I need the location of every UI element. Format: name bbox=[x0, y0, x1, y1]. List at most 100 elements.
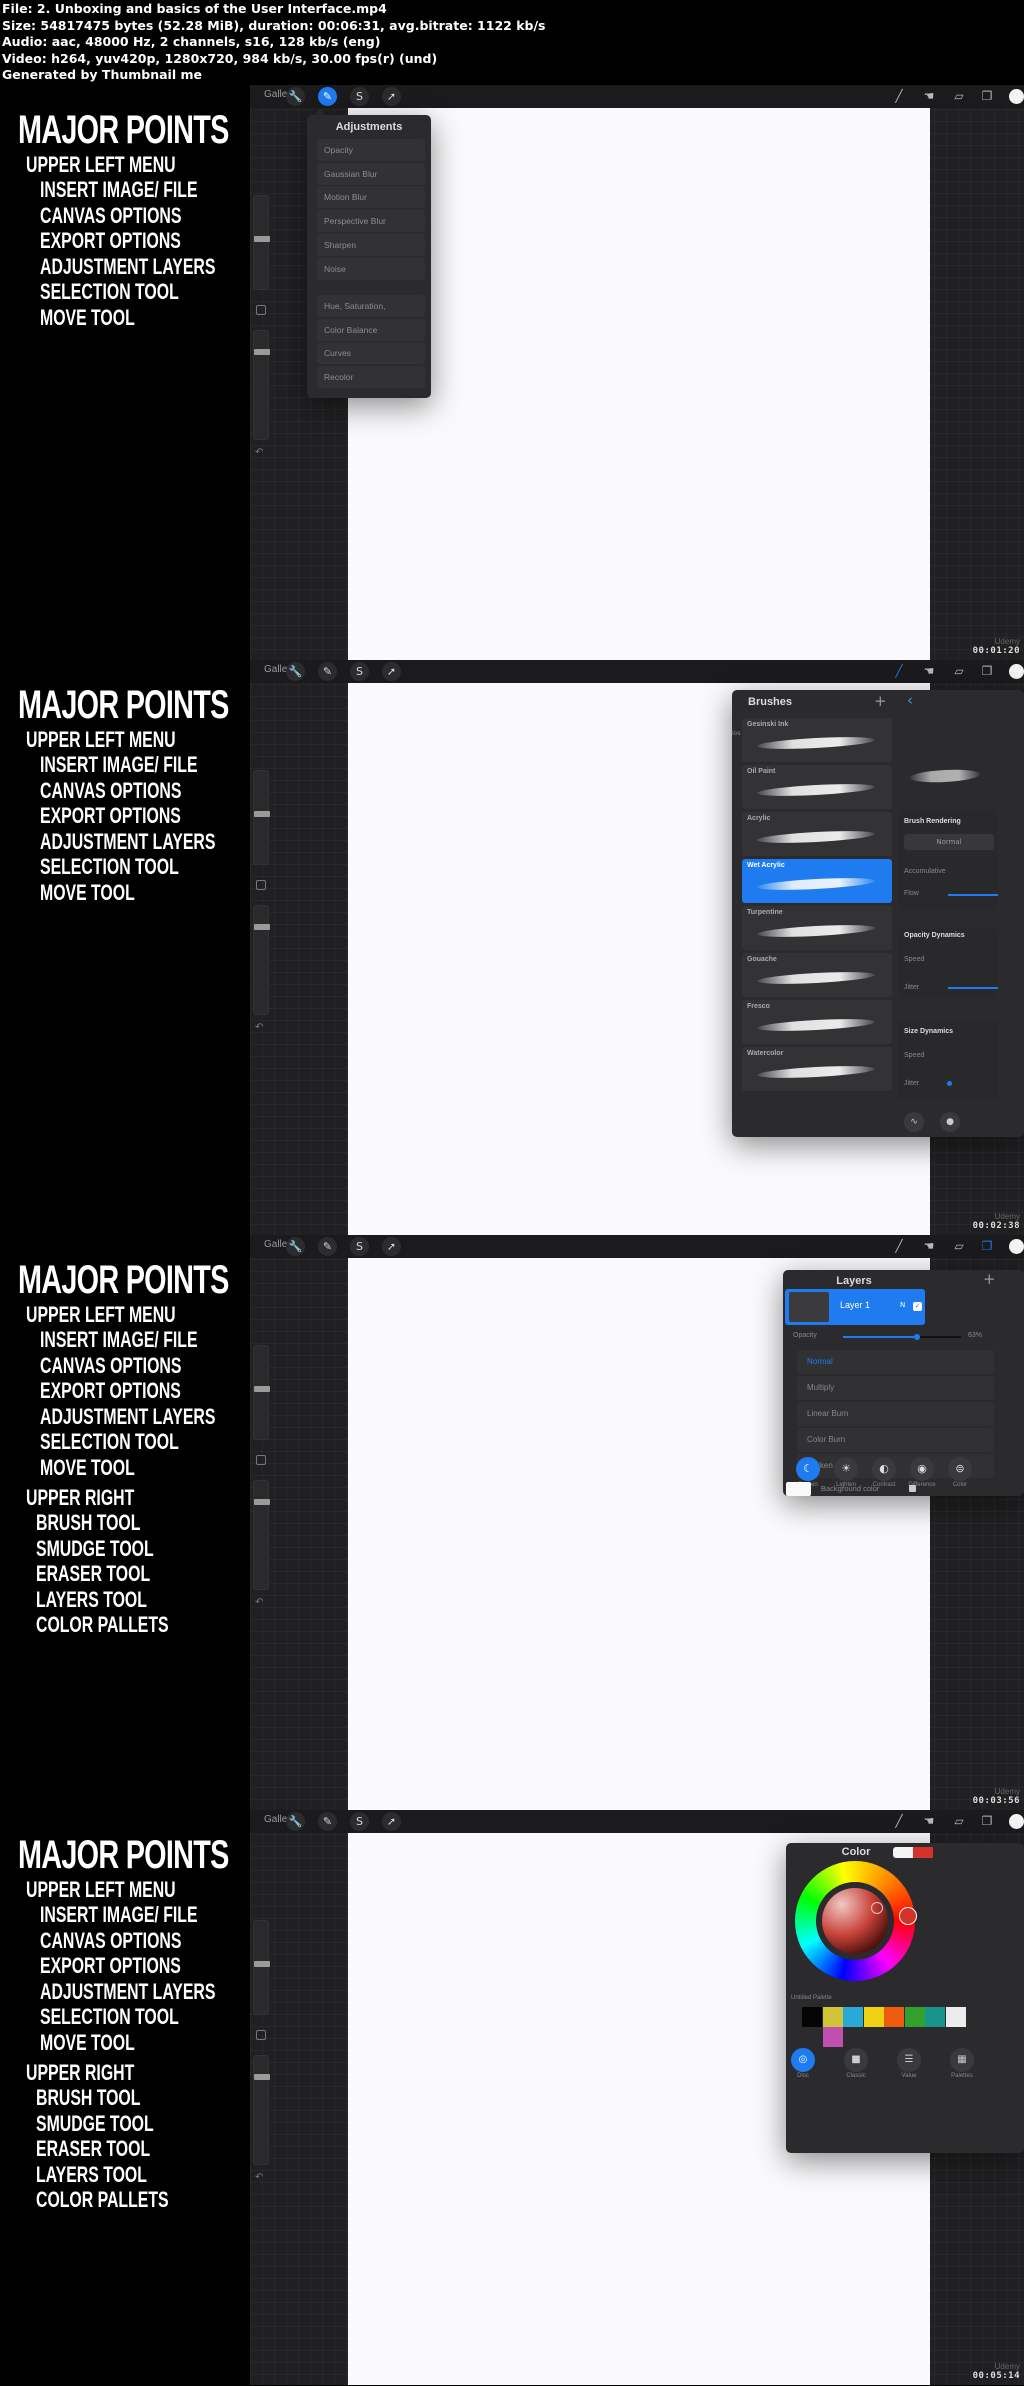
blend-mode-item[interactable]: Linear Burn bbox=[797, 1402, 994, 1426]
brush-tool-button[interactable]: ╱ bbox=[890, 88, 908, 105]
blend-group-difference-button[interactable]: ◉ bbox=[910, 1457, 934, 1481]
secondary-color-swatch[interactable] bbox=[893, 1847, 913, 1858]
background-color-swatch[interactable] bbox=[786, 1482, 811, 1496]
brush-opacity-thumb[interactable] bbox=[254, 924, 270, 930]
adjustments-button[interactable]: ✎ bbox=[318, 1812, 337, 1831]
actions-button[interactable]: 🔧 bbox=[286, 1237, 305, 1256]
adjustment-item[interactable]: Perspective Blur bbox=[317, 210, 425, 233]
palette-swatch[interactable] bbox=[863, 2007, 884, 2027]
eraser-tool-button[interactable]: ▱ bbox=[950, 88, 968, 105]
brush-size-slider[interactable] bbox=[253, 770, 270, 865]
blend-group-color-button[interactable]: ⊜ bbox=[948, 1457, 972, 1481]
adjustment-item[interactable]: Color Balance bbox=[317, 318, 425, 341]
modify-button[interactable] bbox=[256, 2030, 266, 2040]
modify-button[interactable] bbox=[256, 1455, 266, 1465]
undo-icon[interactable]: ↶ bbox=[255, 1597, 263, 1608]
jitter-slider[interactable] bbox=[948, 987, 998, 989]
actions-button[interactable]: 🔧 bbox=[286, 662, 305, 681]
blend-group-lighten-button[interactable]: ☀ bbox=[834, 1457, 858, 1481]
adjustment-item[interactable]: Sharpen bbox=[317, 233, 425, 256]
brush-size-slider[interactable] bbox=[253, 1920, 270, 2015]
selection-button[interactable]: S bbox=[350, 87, 369, 106]
palette-swatch[interactable] bbox=[822, 2007, 843, 2027]
adjustments-button[interactable]: ✎ bbox=[318, 662, 337, 681]
brush-size-thumb[interactable] bbox=[254, 236, 270, 242]
rendering-mode-button[interactable]: Normal bbox=[904, 834, 994, 850]
opacity-slider-thumb[interactable] bbox=[914, 1334, 921, 1340]
selection-button[interactable]: S bbox=[350, 1812, 369, 1831]
color-picker-button[interactable] bbox=[1009, 89, 1024, 104]
blend-mode-item[interactable]: Multiply bbox=[797, 1376, 994, 1400]
adjustment-item[interactable]: Motion Blur bbox=[317, 186, 425, 209]
layers-tool-button[interactable]: ❐ bbox=[978, 88, 996, 105]
smudge-tool-button[interactable]: ☚ bbox=[920, 663, 938, 680]
brush-tool-button[interactable]: ╱ bbox=[890, 1238, 908, 1255]
brush-opacity-slider[interactable] bbox=[253, 1480, 270, 1590]
brush-size-slider[interactable] bbox=[253, 1345, 270, 1440]
palette-swatch[interactable] bbox=[925, 2007, 945, 2027]
smudge-tool-button[interactable]: ☚ bbox=[920, 88, 938, 105]
eraser-tool-button[interactable]: ▱ bbox=[950, 663, 968, 680]
adjustment-item[interactable]: Recolor bbox=[317, 366, 425, 389]
brush-opacity-slider[interactable] bbox=[253, 2055, 270, 2165]
move-button[interactable]: ➚ bbox=[382, 662, 401, 681]
color-tab-classic-button[interactable]: ■ bbox=[844, 2048, 868, 2072]
brush-opacity-thumb[interactable] bbox=[254, 2074, 270, 2080]
brush-opacity-slider[interactable] bbox=[253, 905, 270, 1015]
saturation-brightness-disc[interactable] bbox=[822, 1888, 888, 1954]
brush-opacity-slider[interactable] bbox=[253, 330, 270, 440]
move-button[interactable]: ➚ bbox=[382, 1812, 401, 1831]
brush-size-thumb[interactable] bbox=[254, 811, 270, 817]
move-button[interactable]: ➚ bbox=[382, 1237, 401, 1256]
brush-opacity-thumb[interactable] bbox=[254, 1499, 270, 1505]
adjustment-item[interactable]: Gaussian Blur bbox=[317, 162, 425, 185]
eraser-tool-button[interactable]: ▱ bbox=[950, 1238, 968, 1255]
shape-icon[interactable]: ● bbox=[940, 1112, 960, 1132]
palette-swatch[interactable] bbox=[945, 2007, 966, 2027]
adjustment-item[interactable]: Opacity bbox=[317, 139, 425, 161]
primary-color-swatch[interactable] bbox=[913, 1847, 933, 1858]
blend-group-contrast-button[interactable]: ◐ bbox=[872, 1457, 896, 1481]
actions-button[interactable]: 🔧 bbox=[286, 87, 305, 106]
hue-picker-handle[interactable] bbox=[899, 1907, 917, 1925]
brush-tool-button[interactable]: ╱ bbox=[890, 663, 908, 680]
adjustments-button[interactable]: ✎ bbox=[318, 1237, 337, 1256]
brush-size-thumb[interactable] bbox=[254, 1386, 270, 1392]
sb-picker-handle[interactable] bbox=[871, 1902, 883, 1914]
brush-item[interactable]: Oil Paint bbox=[742, 765, 892, 809]
back-chevron-icon[interactable]: ‹ bbox=[907, 691, 913, 709]
brush-item[interactable]: Gesinski Ink bbox=[742, 718, 892, 762]
adjustments-button[interactable]: ✎ bbox=[318, 87, 337, 106]
blend-group-darken-button[interactable]: ☾ bbox=[796, 1457, 820, 1481]
color-tab-value-button[interactable]: ☰ bbox=[897, 2048, 921, 2072]
modify-button[interactable] bbox=[256, 305, 266, 315]
eraser-tool-button[interactable]: ▱ bbox=[950, 1813, 968, 1830]
brush-size-thumb[interactable] bbox=[254, 1961, 270, 1967]
opacity-slider[interactable] bbox=[843, 1334, 961, 1340]
undo-icon[interactable]: ↶ bbox=[255, 2172, 263, 2183]
color-picker-button[interactable] bbox=[1009, 664, 1024, 679]
brush-opacity-thumb[interactable] bbox=[254, 349, 270, 355]
blend-mode-item[interactable]: Color Burn bbox=[797, 1428, 994, 1452]
layer-visibility-checkbox[interactable]: ✓ bbox=[913, 1302, 922, 1311]
layers-tool-button[interactable]: ❐ bbox=[978, 1813, 996, 1830]
color-picker-button[interactable] bbox=[1009, 1239, 1024, 1254]
undo-icon[interactable]: ↶ bbox=[255, 1022, 263, 1033]
layers-tool-button[interactable]: ❐ bbox=[978, 1238, 996, 1255]
smudge-tool-button[interactable]: ☚ bbox=[920, 1813, 938, 1830]
stroke-path-icon[interactable]: ∿ bbox=[904, 1112, 924, 1132]
brush-item[interactable]: Turpentine bbox=[742, 906, 892, 950]
layers-tool-button[interactable]: ❐ bbox=[978, 663, 996, 680]
add-layer-icon[interactable]: + bbox=[983, 1270, 996, 1288]
palette-swatch[interactable] bbox=[904, 2007, 925, 2027]
blend-mode-item[interactable]: Normal bbox=[797, 1350, 994, 1374]
blend-mode-letter[interactable]: N bbox=[900, 1301, 905, 1309]
selection-button[interactable]: S bbox=[350, 662, 369, 681]
background-visibility-checkbox[interactable] bbox=[909, 1485, 916, 1492]
brush-item[interactable]: Fresco bbox=[742, 1000, 892, 1044]
actions-button[interactable]: 🔧 bbox=[286, 1812, 305, 1831]
color-picker-button[interactable] bbox=[1009, 1814, 1024, 1829]
palette-swatch[interactable] bbox=[884, 2007, 904, 2027]
layer-row[interactable]: Layer 1 N ✓ bbox=[785, 1289, 925, 1325]
brush-item[interactable]: Watercolor bbox=[742, 1047, 892, 1091]
